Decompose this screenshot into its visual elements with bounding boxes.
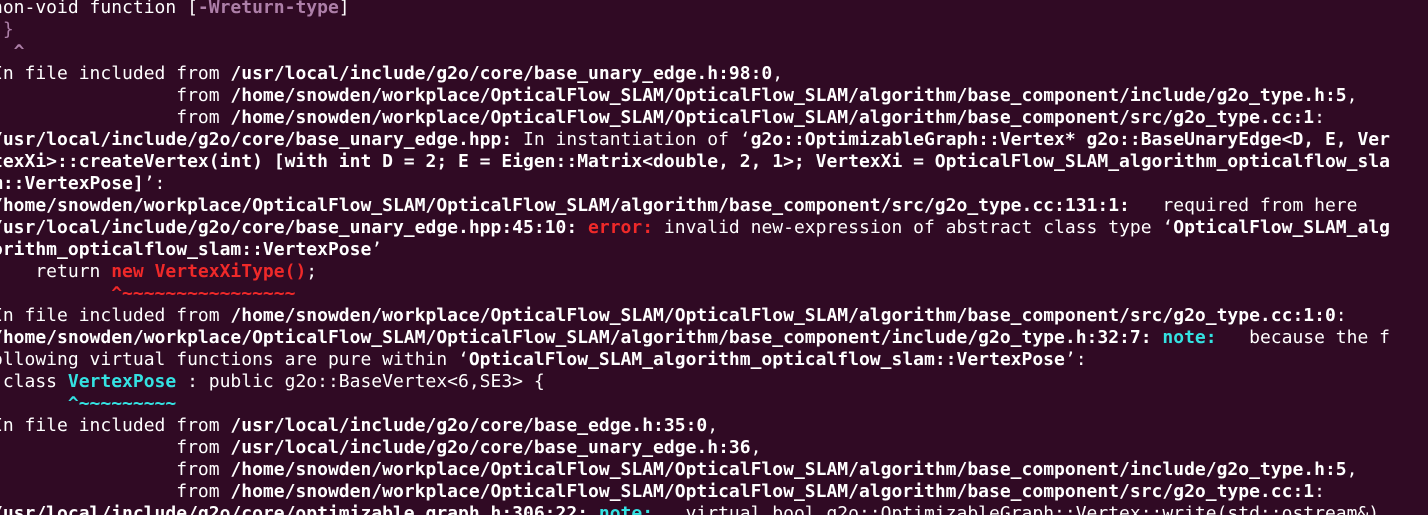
- terminal-text-segment: :: [1314, 481, 1325, 502]
- terminal-line: return new VertexXiType();: [0, 261, 317, 283]
- terminal-text-segment: /home/snowden/workplace/OpticalFlow_SLAM…: [230, 481, 1315, 502]
- terminal-text-segment: In instantiation of ‘: [512, 129, 751, 150]
- terminal-text-segment: /home/snowden/workplace/OpticalFlow_SLAM…: [230, 459, 1347, 480]
- terminal-line: texXi>::createVertex(int) [with int D = …: [0, 151, 1390, 173]
- terminal-text-segment: return: [0, 261, 112, 282]
- terminal-text-segment: ,: [707, 415, 719, 436]
- terminal-line: ^~~~~~~~~~~~~~~~~: [0, 283, 295, 305]
- terminal-text-segment: /home/snowden/workplace/OpticalFlow_SLAM…: [0, 195, 1130, 216]
- terminal-text-segment: /home/snowden/workplace/OpticalFlow_SLAM…: [230, 107, 1315, 128]
- terminal-text-segment: /home/snowden/workplace/OpticalFlow_SLAM…: [230, 305, 1336, 326]
- terminal-text-segment: /usr/local/include/g2o/core/optimizable_…: [0, 503, 589, 515]
- terminal-text-segment: ,: [750, 437, 762, 458]
- terminal-text-segment: /usr/local/include/g2o/core/base_unary_e…: [0, 129, 513, 150]
- terminal-text-segment: ’:: [1064, 349, 1087, 370]
- terminal-line: class VertexPose : public g2o::BaseVerte…: [0, 371, 545, 393]
- terminal-text-segment: /usr/local/include/g2o/core/base_edge.h:…: [230, 415, 708, 436]
- terminal-text-segment: orithm_opticalflow_slam::VertexPose: [0, 239, 372, 260]
- terminal-text-segment: ’:: [143, 173, 166, 194]
- terminal-line: ^: [0, 41, 25, 63]
- terminal-text-segment: required from here: [1129, 195, 1358, 216]
- terminal-text-segment: ]: [338, 0, 350, 18]
- terminal-text-segment: In file included from: [0, 415, 231, 436]
- terminal-text-segment: :: [1314, 107, 1325, 128]
- terminal-text-segment: }: [2, 19, 14, 40]
- terminal-text-segment: error:: [588, 217, 654, 238]
- terminal-text-segment: /home/snowden/workplace/OpticalFlow_SLAM…: [230, 85, 1347, 106]
- terminal-line: In file included from /usr/local/include…: [0, 415, 718, 437]
- terminal-line: /usr/local/include/g2o/core/base_unary_e…: [0, 129, 1390, 151]
- terminal-text-segment: because the f: [1216, 327, 1390, 348]
- terminal-line: from /usr/local/include/g2o/core/base_un…: [0, 437, 761, 459]
- terminal-text-segment: ’: [371, 239, 383, 260]
- terminal-line: }: [0, 19, 14, 41]
- terminal-text-segment: /usr/local/include/g2o/core/base_unary_e…: [230, 437, 751, 458]
- terminal-text-segment: non-void function [: [0, 0, 198, 18]
- terminal-text-segment: : public g2o::BaseVertex<6,SE3> {: [176, 371, 545, 392]
- terminal-text-segment: note:: [1162, 327, 1217, 348]
- terminal-text-segment: texXi>::createVertex(int) [with int D = …: [0, 151, 1390, 172]
- terminal-text-segment: from: [0, 107, 231, 128]
- terminal-line: from /home/snowden/workplace/OpticalFlow…: [0, 459, 1357, 481]
- terminal-line: from /home/snowden/workplace/OpticalFlow…: [0, 107, 1325, 129]
- terminal-line: ^~~~~~~~~~: [0, 393, 176, 415]
- terminal-text-segment: ,: [1346, 85, 1358, 106]
- terminal-text-segment: new VertexXiType(): [111, 261, 307, 282]
- terminal-line: /usr/local/include/g2o/core/base_unary_e…: [0, 217, 1390, 239]
- terminal-text-segment: VertexPose: [67, 371, 177, 392]
- terminal-text-segment: from: [0, 85, 231, 106]
- terminal-text-segment: g2o::OptimizableGraph::Vertex* g2o::Base…: [750, 129, 1390, 150]
- terminal-text-segment: from: [0, 481, 231, 502]
- terminal-text-segment: /home/snowden/workplace/OpticalFlow_SLAM…: [0, 327, 1152, 348]
- terminal-line: /usr/local/include/g2o/core/optimizable_…: [0, 503, 1379, 515]
- terminal-text-segment: /usr/local/include/g2o/core/base_unary_e…: [0, 217, 578, 238]
- terminal-line: /home/snowden/workplace/OpticalFlow_SLAM…: [0, 195, 1357, 217]
- terminal-text-segment: from: [0, 437, 231, 458]
- terminal-text-segment: class: [2, 371, 58, 392]
- terminal-text-segment: :: [1335, 305, 1347, 326]
- terminal-text-segment: note:: [598, 503, 654, 515]
- terminal-text-segment: ,: [772, 63, 784, 84]
- terminal-text-segment: In file included from: [0, 305, 231, 326]
- terminal-line: ollowing virtual functions are pure with…: [0, 349, 1087, 371]
- terminal-text-segment: invalid new-expression of abstract class…: [653, 217, 1174, 238]
- terminal-line: m::VertexPose]’:: [0, 173, 165, 195]
- terminal-line: from /home/snowden/workplace/OpticalFlow…: [0, 481, 1325, 503]
- terminal-line: non-void function [-Wreturn-type]: [0, 0, 350, 19]
- terminal-line: orithm_opticalflow_slam::VertexPose’: [0, 239, 382, 261]
- terminal-text-segment: ,: [1346, 459, 1358, 480]
- terminal-text-segment: /usr/local/include/g2o/core/base_unary_e…: [230, 63, 773, 84]
- terminal-output[interactable]: non-void function [-Wreturn-type] } ^ In …: [0, 0, 1428, 515]
- terminal-text-segment: OpticalFlow_SLAM_algorithm_opticalflow_s…: [468, 349, 1065, 370]
- terminal-line: In file included from /home/snowden/work…: [0, 305, 1347, 327]
- terminal-text-segment: ^~~~~~~~~~~~~~~~~: [0, 283, 296, 304]
- terminal-text-segment: ;: [306, 261, 318, 282]
- terminal-line: from /home/snowden/workplace/OpticalFlow…: [0, 85, 1357, 107]
- terminal-text-segment: In file included from: [0, 63, 231, 84]
- terminal-line: /home/snowden/workplace/OpticalFlow_SLAM…: [0, 327, 1390, 349]
- terminal-text-segment: m::VertexPose]: [0, 173, 144, 194]
- terminal-text-segment: ollowing virtual functions are pure with…: [0, 349, 469, 370]
- terminal-text-segment: ^~~~~~~~~~: [0, 393, 177, 414]
- terminal-text-segment: ^: [13, 41, 25, 62]
- terminal-text-segment: OpticalFlow_SLAM_alg: [1173, 217, 1390, 238]
- terminal-line: In file included from /usr/local/include…: [0, 63, 783, 85]
- terminal-text-segment: virtual bool g2o::OptimizableGraph::Vert…: [653, 503, 1380, 515]
- terminal-text-segment: -Wreturn-type: [197, 0, 339, 18]
- terminal-text-segment: from: [0, 459, 231, 480]
